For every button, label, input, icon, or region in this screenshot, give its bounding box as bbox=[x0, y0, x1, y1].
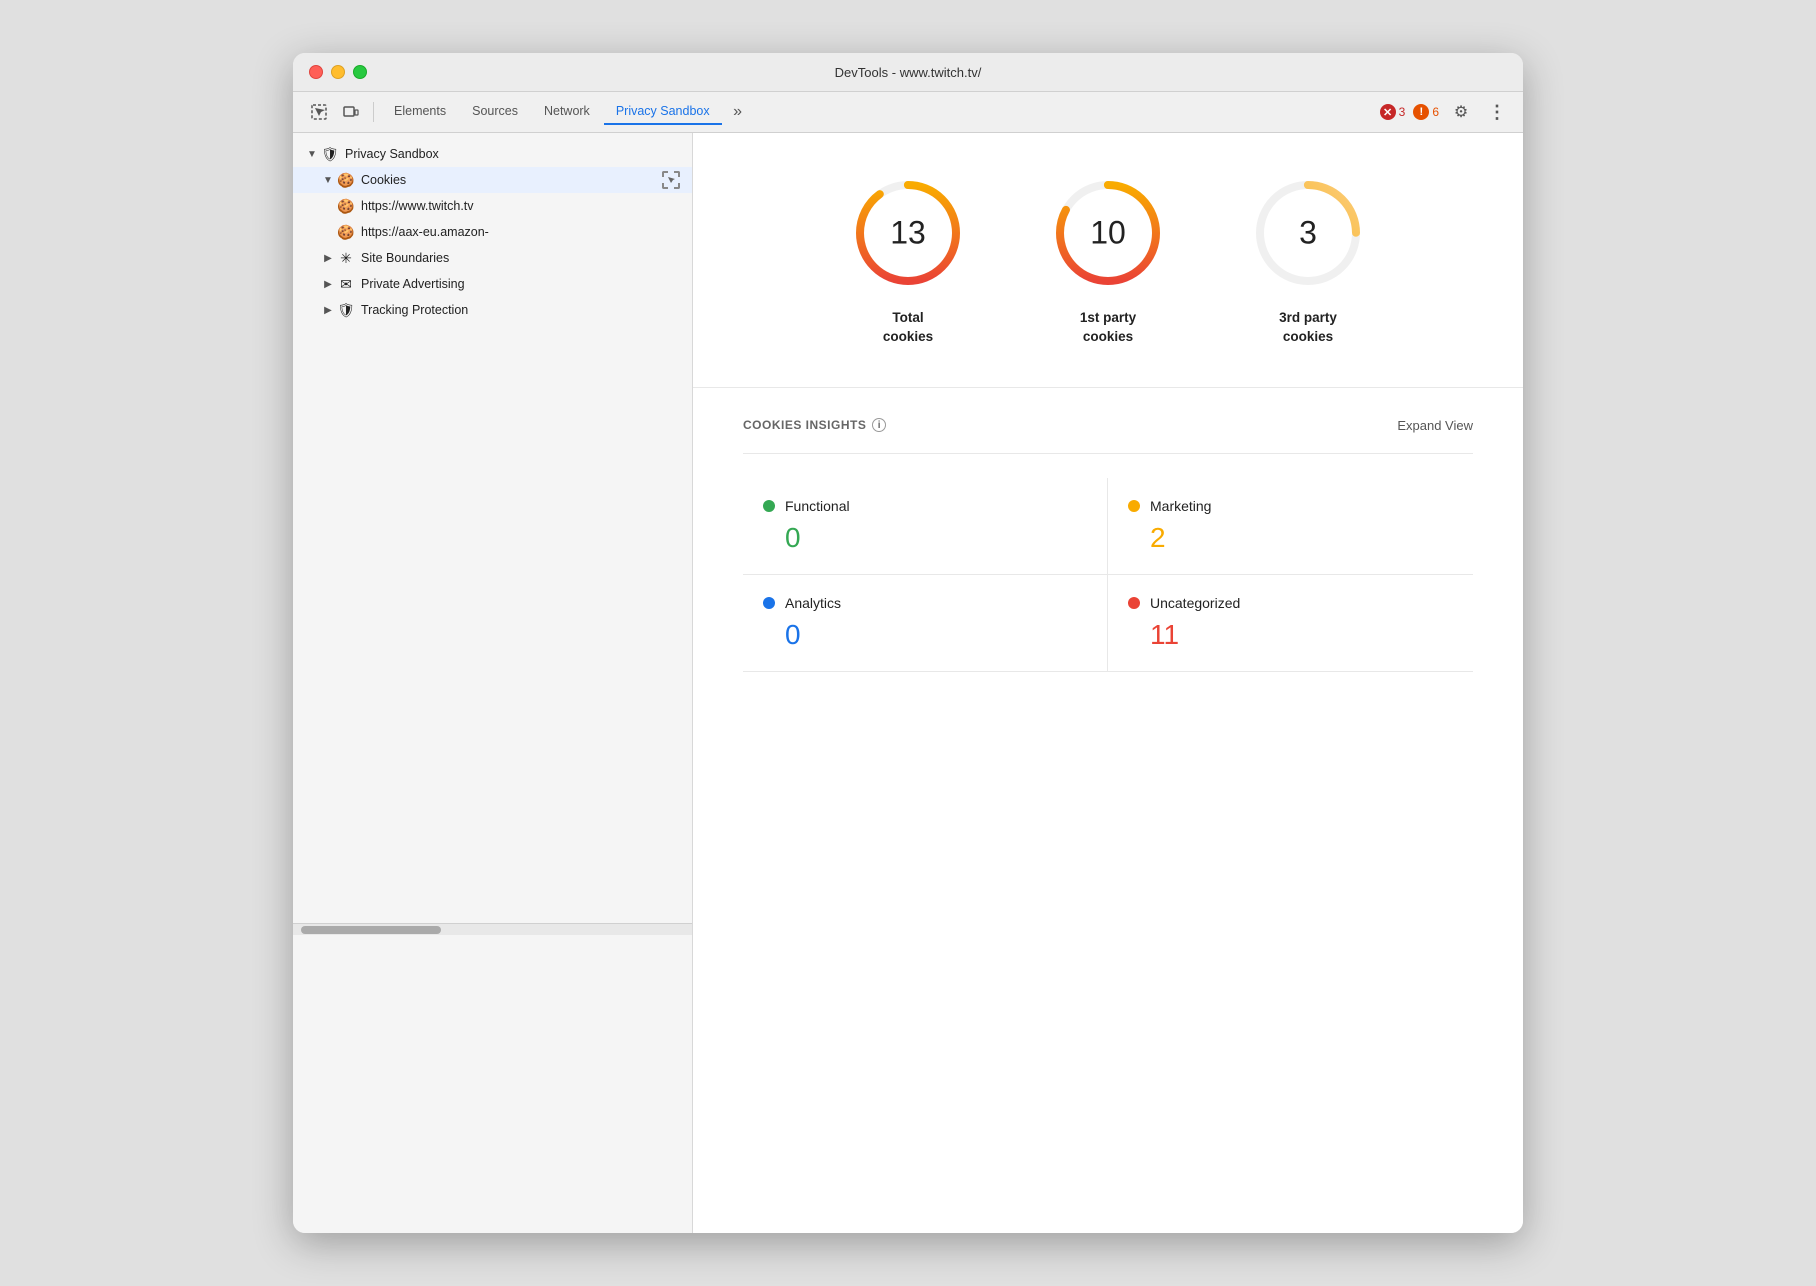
expand-arrow-site-boundaries bbox=[321, 251, 335, 265]
expand-view-button[interactable]: Expand View bbox=[1397, 418, 1473, 433]
insight-cell-functional: Functional 0 bbox=[743, 478, 1108, 575]
functional-count: 0 bbox=[763, 522, 1087, 554]
cookies-select-icon[interactable] bbox=[662, 171, 680, 189]
uncategorized-dot bbox=[1128, 597, 1140, 609]
marketing-name: Marketing bbox=[1150, 498, 1211, 514]
analytics-dot bbox=[763, 597, 775, 609]
uncategorized-name: Uncategorized bbox=[1150, 595, 1240, 611]
titlebar: DevTools - www.twitch.tv/ bbox=[293, 53, 1523, 92]
sidebar-scrollbar[interactable] bbox=[293, 923, 692, 935]
device-emulation-icon[interactable] bbox=[337, 98, 365, 126]
tab-privacy-sandbox[interactable]: Privacy Sandbox bbox=[604, 99, 722, 125]
sidebar-scroll-thumb[interactable] bbox=[301, 926, 441, 934]
sidebar-label-site-boundaries: Site Boundaries bbox=[361, 251, 449, 265]
stat-total-number: 13 bbox=[890, 215, 926, 252]
donut-first-party: 10 bbox=[1048, 173, 1168, 293]
sidebar-label-cookies: Cookies bbox=[361, 173, 406, 187]
uncategorized-count: 11 bbox=[1128, 619, 1453, 651]
traffic-lights bbox=[309, 65, 367, 79]
error-icon: ✕ bbox=[1380, 104, 1396, 120]
amazon-cookie-icon: 🍪 bbox=[337, 223, 355, 241]
marketing-dot bbox=[1128, 500, 1140, 512]
stat-third-party-number: 3 bbox=[1299, 215, 1317, 252]
sidebar-item-twitch[interactable]: 🍪 https://www.twitch.tv bbox=[293, 193, 692, 219]
functional-dot bbox=[763, 500, 775, 512]
sidebar-item-privacy-sandbox[interactable]: 🛡 Privacy Sandbox bbox=[293, 141, 692, 167]
expand-arrow-tracking-protection bbox=[321, 303, 335, 317]
devtools-window: DevTools - www.twitch.tv/ Elements Sourc… bbox=[293, 53, 1523, 1233]
stats-section: 13 Totalcookies bbox=[693, 133, 1523, 388]
expand-arrow-cookies bbox=[321, 173, 335, 187]
sidebar-item-private-advertising[interactable]: ✉ Private Advertising bbox=[293, 271, 692, 297]
insight-cell-uncategorized: Uncategorized 11 bbox=[1108, 575, 1473, 672]
toolbar-right: ✕ 3 ! 6 ⚙ ⋮ bbox=[1380, 98, 1511, 126]
functional-name: Functional bbox=[785, 498, 850, 514]
stat-total-label: Totalcookies bbox=[883, 309, 933, 347]
select-tool-icon[interactable] bbox=[305, 98, 333, 126]
maximize-button[interactable] bbox=[353, 65, 367, 79]
sidebar-label-amazon: https://aax-eu.amazon- bbox=[361, 225, 489, 239]
cookies-icon: 🍪 bbox=[337, 171, 355, 189]
more-options-icon[interactable]: ⋮ bbox=[1483, 98, 1511, 126]
sidebar-cookies-right bbox=[662, 171, 680, 189]
private-advertising-icon: ✉ bbox=[337, 275, 355, 293]
main-content: 🛡 Privacy Sandbox 🍪 Cookies 🍪 bbox=[293, 133, 1523, 1233]
expand-arrow-private-advertising bbox=[321, 277, 335, 291]
donut-third-party: 3 bbox=[1248, 173, 1368, 293]
insight-header-uncategorized: Uncategorized bbox=[1128, 595, 1453, 611]
insights-info-icon[interactable]: i bbox=[872, 418, 886, 432]
analytics-count: 0 bbox=[763, 619, 1087, 651]
main-panel: 13 Totalcookies bbox=[693, 133, 1523, 1233]
stat-first-party: 10 1st partycookies bbox=[1048, 173, 1168, 347]
insights-section: COOKIES INSIGHTS i Expand View Functiona… bbox=[693, 388, 1523, 1233]
site-boundaries-icon: ✳ bbox=[337, 249, 355, 267]
analytics-name: Analytics bbox=[785, 595, 841, 611]
warning-badge[interactable]: ! 6 bbox=[1413, 104, 1439, 120]
insights-header: COOKIES INSIGHTS i Expand View bbox=[743, 418, 1473, 433]
more-tabs-icon[interactable]: » bbox=[724, 98, 752, 126]
insight-cell-marketing: Marketing 2 bbox=[1108, 478, 1473, 575]
sidebar-label-twitch: https://www.twitch.tv bbox=[361, 199, 474, 213]
sidebar-label-privacy-sandbox: Privacy Sandbox bbox=[345, 147, 439, 161]
twitch-cookie-icon: 🍪 bbox=[337, 197, 355, 215]
expand-arrow-privacy-sandbox bbox=[305, 147, 319, 161]
sidebar-label-private-advertising: Private Advertising bbox=[361, 277, 465, 291]
stat-third-party-label: 3rd partycookies bbox=[1279, 309, 1337, 347]
toolbar: Elements Sources Network Privacy Sandbox… bbox=[293, 92, 1523, 133]
toolbar-tabs: Elements Sources Network Privacy Sandbox… bbox=[382, 98, 1376, 126]
toolbar-divider-1 bbox=[373, 102, 374, 122]
insight-header-functional: Functional bbox=[763, 498, 1087, 514]
sidebar: 🛡 Privacy Sandbox 🍪 Cookies 🍪 bbox=[293, 133, 693, 1233]
sidebar-item-amazon[interactable]: 🍪 https://aax-eu.amazon- bbox=[293, 219, 692, 245]
minimize-button[interactable] bbox=[331, 65, 345, 79]
privacy-sandbox-icon: 🛡 bbox=[321, 145, 339, 163]
marketing-count: 2 bbox=[1128, 522, 1453, 554]
close-button[interactable] bbox=[309, 65, 323, 79]
stat-first-party-number: 10 bbox=[1090, 215, 1126, 252]
insight-header-analytics: Analytics bbox=[763, 595, 1087, 611]
sidebar-label-tracking-protection: Tracking Protection bbox=[361, 303, 468, 317]
settings-icon[interactable]: ⚙ bbox=[1447, 98, 1475, 126]
sidebar-item-site-boundaries[interactable]: ✳ Site Boundaries bbox=[293, 245, 692, 271]
stat-total-cookies: 13 Totalcookies bbox=[848, 173, 968, 347]
insight-header-marketing: Marketing bbox=[1128, 498, 1453, 514]
tab-sources[interactable]: Sources bbox=[460, 99, 530, 125]
donut-total: 13 bbox=[848, 173, 968, 293]
insights-divider bbox=[743, 453, 1473, 454]
window-title: DevTools - www.twitch.tv/ bbox=[835, 65, 982, 80]
warning-count: 6 bbox=[1432, 105, 1439, 119]
error-badge[interactable]: ✕ 3 bbox=[1380, 104, 1406, 120]
warning-icon: ! bbox=[1413, 104, 1429, 120]
insights-grid: Functional 0 Marketing 2 bbox=[743, 478, 1473, 672]
tab-elements[interactable]: Elements bbox=[382, 99, 458, 125]
sidebar-item-cookies[interactable]: 🍪 Cookies bbox=[293, 167, 692, 193]
insights-title: COOKIES INSIGHTS i bbox=[743, 418, 886, 432]
sidebar-item-tracking-protection[interactable]: 🛡 Tracking Protection bbox=[293, 297, 692, 323]
insight-cell-analytics: Analytics 0 bbox=[743, 575, 1108, 672]
stat-first-party-label: 1st partycookies bbox=[1080, 309, 1136, 347]
tab-network[interactable]: Network bbox=[532, 99, 602, 125]
stat-third-party: 3 3rd partycookies bbox=[1248, 173, 1368, 347]
tracking-protection-icon: 🛡 bbox=[337, 301, 355, 319]
error-count: 3 bbox=[1399, 105, 1406, 119]
